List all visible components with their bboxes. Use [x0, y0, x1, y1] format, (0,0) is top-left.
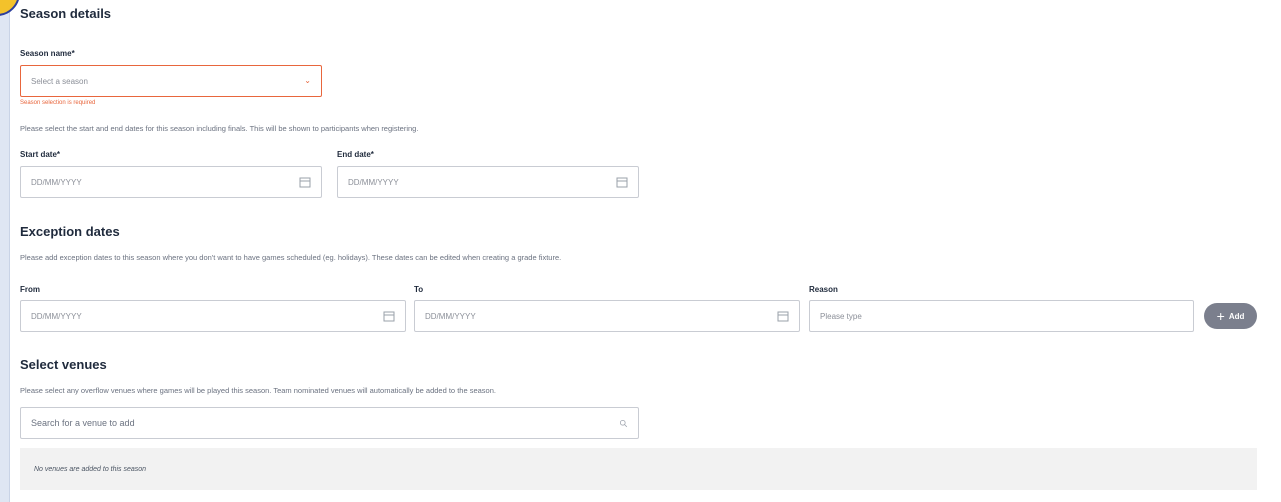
section-title-select-venues: Select venues [20, 357, 107, 372]
search-icon[interactable] [619, 419, 628, 428]
start-date-input[interactable]: DD/MM/YYYY [20, 166, 322, 198]
calendar-icon[interactable] [299, 176, 311, 188]
venues-empty-text: No venues are added to this season [34, 465, 147, 473]
end-date-input[interactable]: DD/MM/YYYY [337, 166, 639, 198]
exception-to-input[interactable]: DD/MM/YYYY [414, 300, 800, 332]
calendar-icon[interactable] [383, 310, 395, 322]
exception-from-input[interactable]: DD/MM/YYYY [20, 300, 406, 332]
exception-dates-help: Please add exception dates to this seaso… [20, 253, 562, 262]
section-title-exception-dates: Exception dates [20, 224, 120, 239]
left-sidebar-rail [0, 0, 10, 502]
chevron-down-icon: ⌄ [304, 76, 311, 85]
to-date-placeholder: DD/MM/YYYY [425, 311, 476, 321]
from-label: From [20, 285, 40, 294]
reason-placeholder: Please type [820, 311, 862, 321]
logo-badge [0, 0, 20, 16]
season-select[interactable]: Select a season ⌄ [20, 65, 322, 97]
season-select-value: Select a season [31, 76, 88, 86]
start-date-placeholder: DD/MM/YYYY [31, 177, 82, 187]
to-label: To [414, 285, 424, 294]
calendar-icon[interactable] [616, 176, 628, 188]
add-button-label: Add [1228, 311, 1245, 321]
end-date-placeholder: DD/MM/YYYY [348, 177, 399, 187]
plus-icon: + [1216, 308, 1225, 324]
venues-empty-state: No venues are added to this season [20, 448, 1257, 490]
add-exception-button[interactable]: + Add [1204, 303, 1257, 329]
start-date-label: Start date* [20, 150, 61, 159]
from-date-placeholder: DD/MM/YYYY [31, 311, 82, 321]
season-error-message: Season selection is required [20, 100, 96, 106]
reason-input[interactable]: Please type [809, 300, 1194, 332]
calendar-icon[interactable] [777, 310, 789, 322]
season-dates-help: Please select the start and end dates fo… [20, 124, 419, 133]
section-title-season-details: Season details [20, 6, 112, 21]
season-name-label: Season name* [20, 49, 75, 58]
venue-search-input[interactable]: Search for a venue to add [20, 407, 639, 439]
venue-search-placeholder: Search for a venue to add [31, 418, 135, 428]
select-venues-help: Please select any overflow venues where … [20, 386, 496, 395]
reason-label: Reason [809, 285, 838, 294]
end-date-label: End date* [337, 150, 374, 159]
